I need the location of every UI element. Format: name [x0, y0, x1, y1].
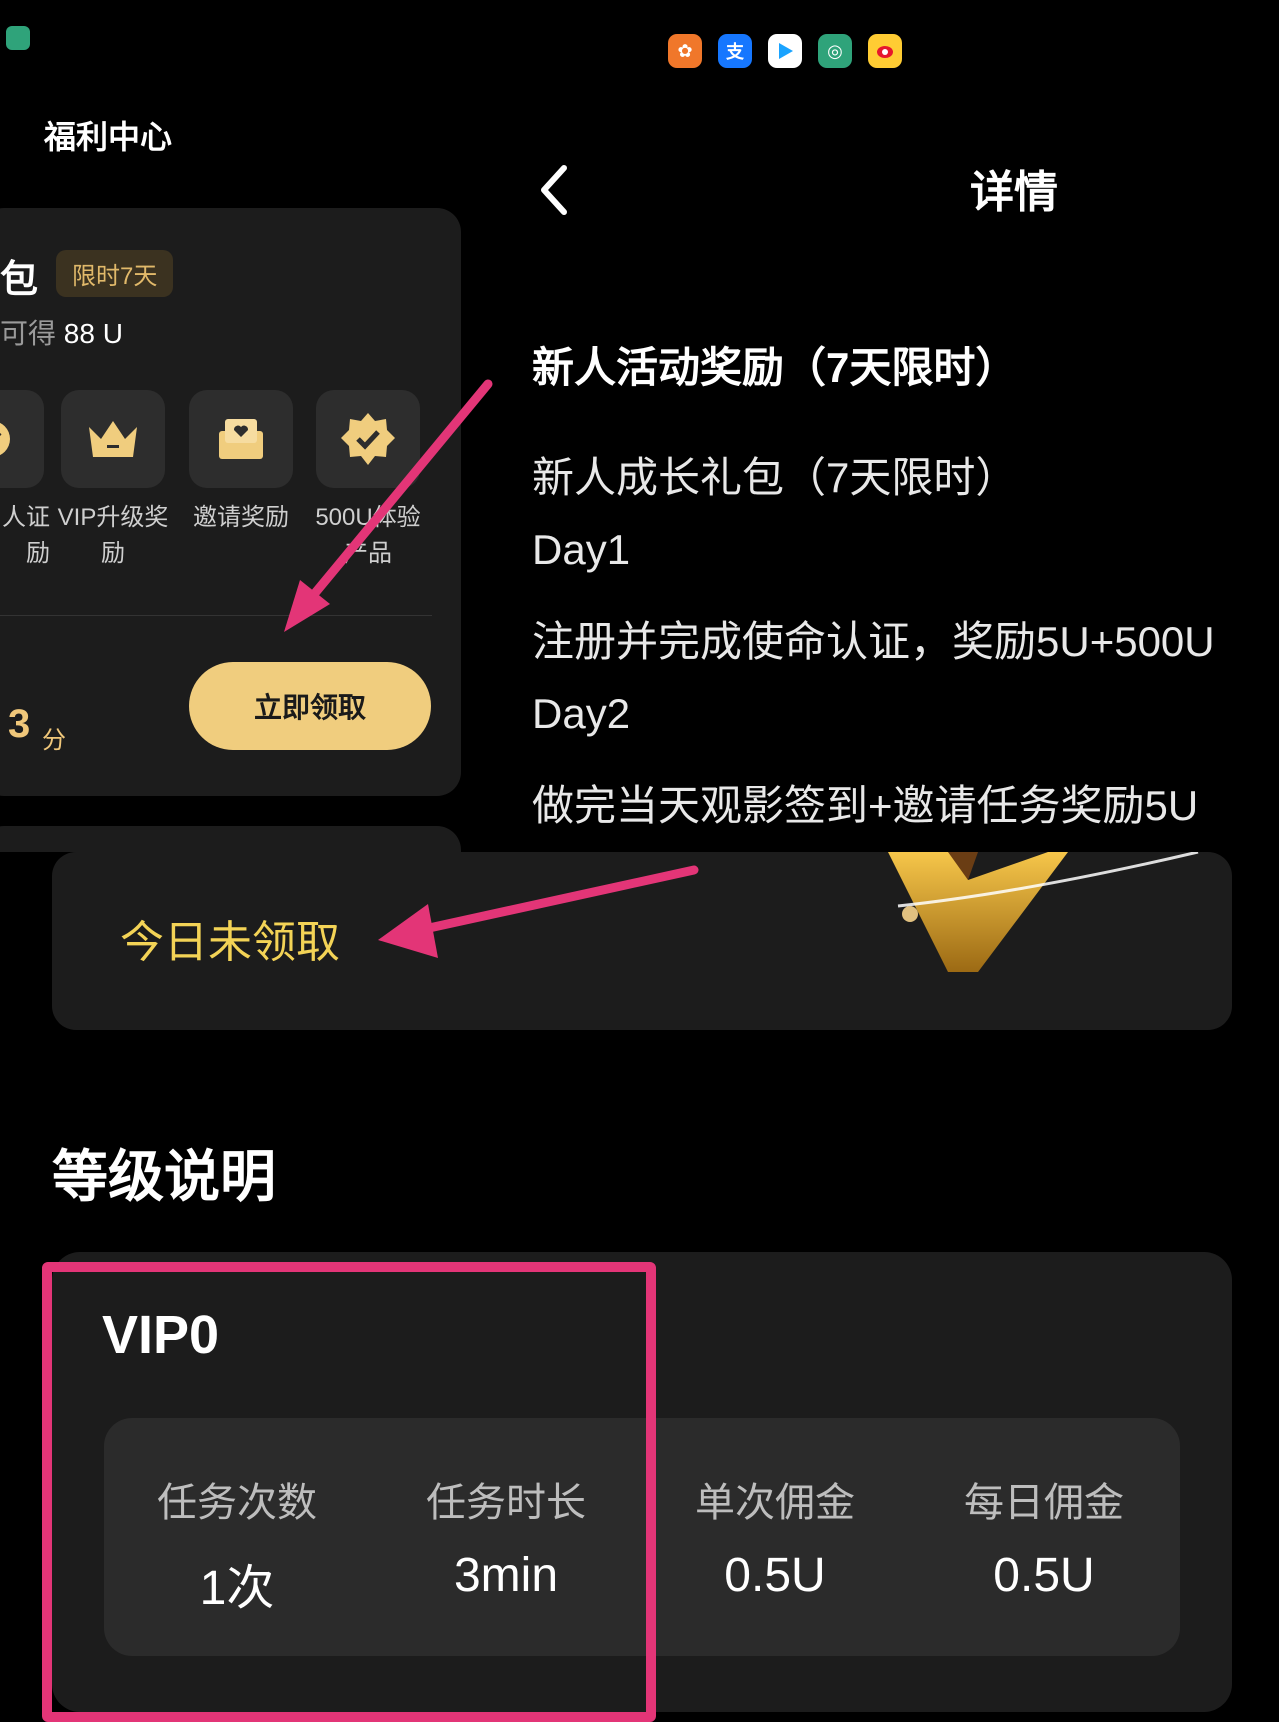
- status-app-icon: [6, 26, 30, 50]
- chevron-left-icon: [541, 165, 567, 215]
- feature-trial-label-text: 500U体验 产品: [315, 504, 421, 567]
- today-unclaimed-status: 今日未领取: [120, 918, 340, 967]
- level-section-title: 等级说明: [52, 1145, 276, 1208]
- crown-icon: [89, 421, 137, 457]
- detail-line: Day2: [532, 690, 631, 737]
- feature-vip-upgrade-label: VIP升级奖 励: [43, 500, 183, 572]
- detail-heading: 新人活动奖励（7天限时）: [532, 344, 1018, 391]
- check-icon: [0, 422, 10, 456]
- vip-v-logo-icon: [888, 852, 1199, 972]
- feature-invite-label: 邀请奖励: [171, 500, 311, 536]
- detail-line: 做完当天观影签到+邀请任务奖励5U: [532, 782, 1199, 829]
- detail-page-title: 详情: [970, 168, 1058, 217]
- next-card-top-edge: [0, 826, 461, 852]
- annotation-highlight-box: [42, 1262, 656, 1722]
- bank-app-icon: ◎: [818, 34, 852, 68]
- feature-invite-tile[interactable]: [189, 390, 293, 488]
- stat-value: 0.5U: [993, 1549, 1095, 1602]
- envelope-heart-icon: [219, 419, 263, 459]
- detail-line: 注册并完成使命认证，奖励5U+500U: [532, 618, 1215, 665]
- feature-trial-label: 500U体验 产品: [298, 500, 438, 572]
- feature-vip-upgrade-tile[interactable]: [61, 390, 165, 488]
- stat-value: 0.5U: [724, 1549, 826, 1602]
- score-unit: 分: [42, 727, 66, 754]
- weibo-icon: [868, 34, 902, 68]
- back-button[interactable]: [534, 160, 574, 220]
- card-divider: [0, 615, 432, 616]
- feature-vip-label-text: VIP升级奖 励: [57, 504, 169, 567]
- detail-line: 新人成长礼包（7天限时）: [532, 454, 1018, 501]
- score-value: 3: [8, 702, 31, 746]
- feature-verify-tile[interactable]: [0, 390, 44, 488]
- gift-card-subtitle: 可得 88 U: [0, 312, 123, 352]
- stat-label: 每日佣金: [964, 1481, 1124, 1525]
- welfare-center-title: 福利中心: [44, 119, 173, 155]
- baidu-netdisk-icon: ✿: [668, 34, 702, 68]
- subtitle-value: 88 U: [63, 318, 123, 349]
- subtitle-prefix: 可得: [0, 318, 57, 349]
- video-app-icon: [768, 34, 802, 68]
- feature-trial-tile[interactable]: [316, 390, 420, 488]
- detail-line: Day1: [532, 526, 631, 573]
- limit-time-badge: 限时7天: [56, 250, 174, 297]
- claim-now-button[interactable]: 立即领取: [189, 662, 431, 750]
- stat-label: 单次佣金: [695, 1481, 855, 1525]
- alipay-icon: 支: [718, 34, 752, 68]
- verified-badge-icon: [341, 413, 395, 465]
- feature-invite-label-text: 邀请奖励: [193, 504, 289, 531]
- gift-card-title: 包: [0, 259, 39, 301]
- notification-app-icons: ✿ 支 ◎: [668, 34, 902, 68]
